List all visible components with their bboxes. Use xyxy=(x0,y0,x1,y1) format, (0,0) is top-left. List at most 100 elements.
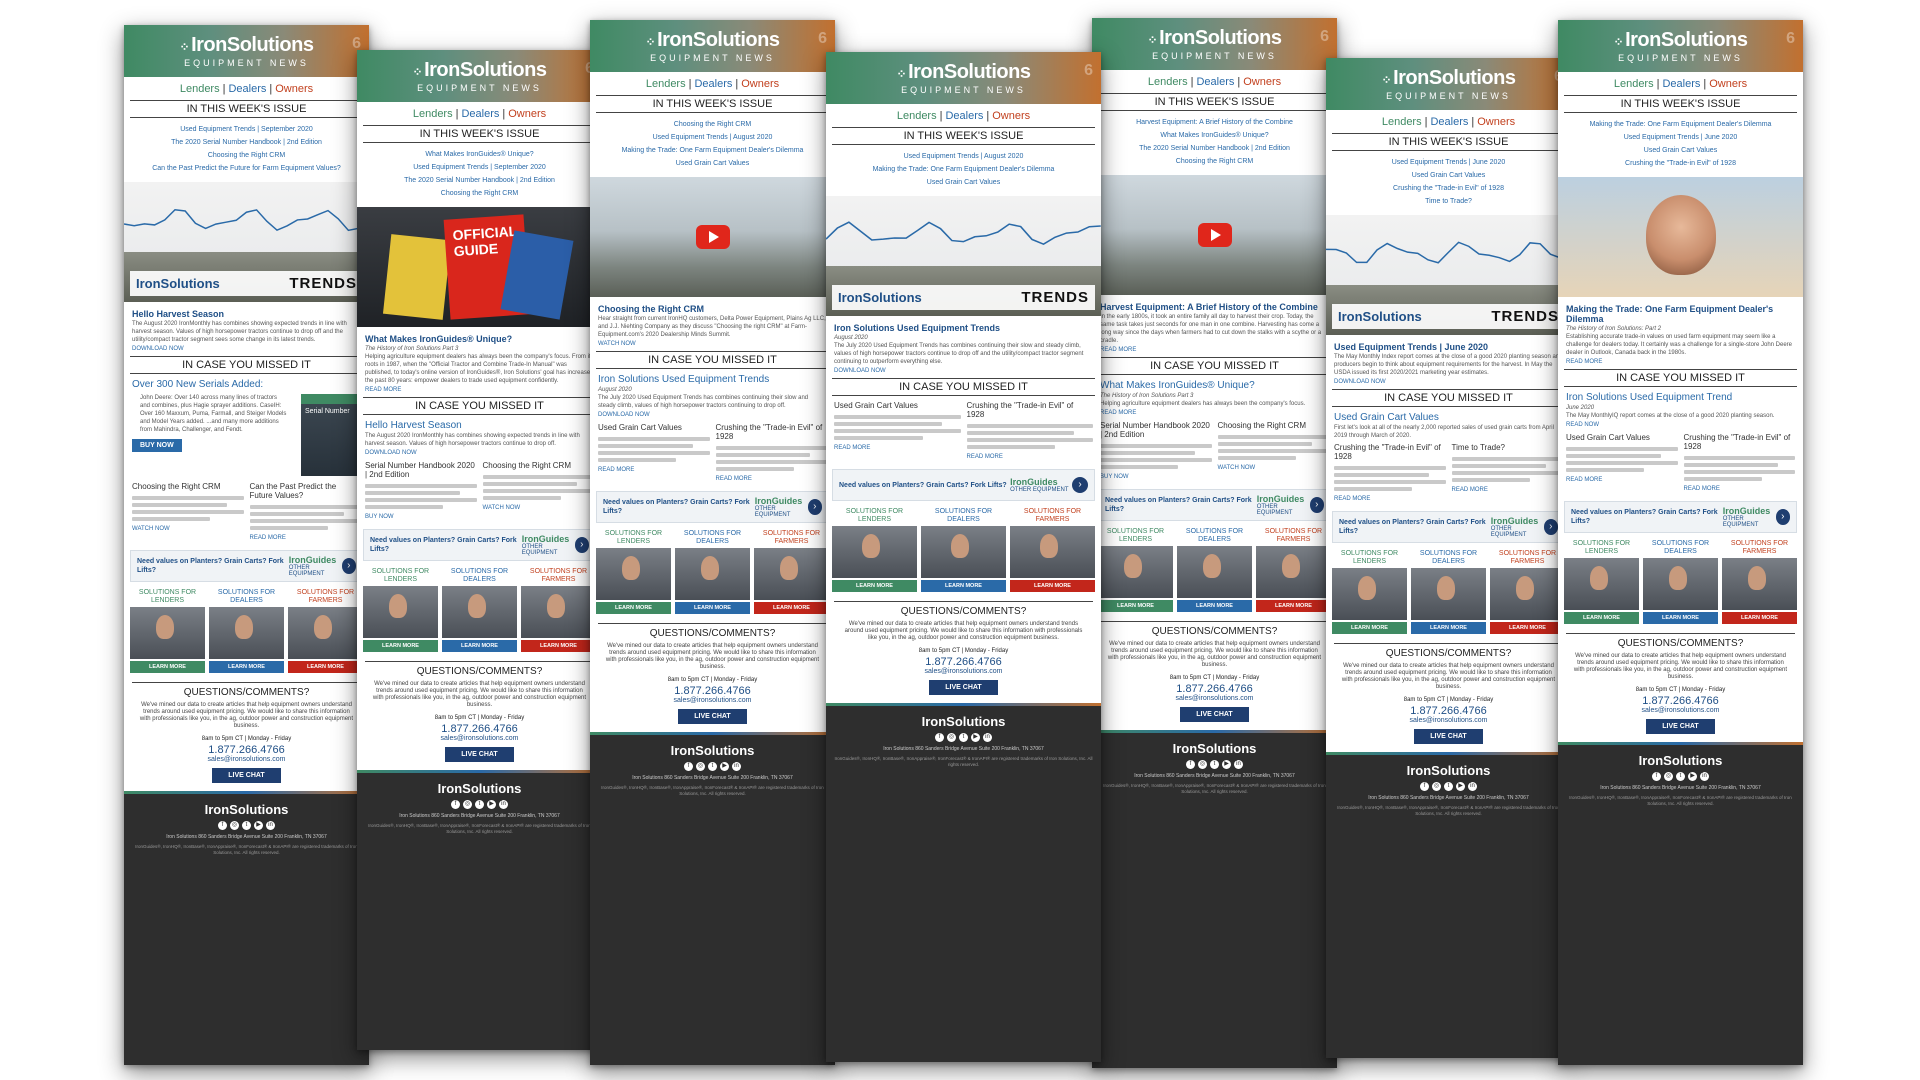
instagram-icon[interactable]: ◎ xyxy=(463,800,472,809)
article-title[interactable]: Choosing the Right CRM xyxy=(483,461,595,472)
youtube-icon[interactable]: ▶ xyxy=(254,821,263,830)
article-title[interactable]: Serial Number Handbook 2020 | 2nd Editio… xyxy=(365,461,477,481)
ironguides-banner[interactable]: Need values on Planters? Grain Carts? Fo… xyxy=(363,529,596,561)
article-link[interactable]: READ MORE xyxy=(1566,475,1678,485)
contact-email[interactable]: sales@ironsolutions.com xyxy=(1100,695,1329,702)
toc-item[interactable]: Choosing the Right CRM xyxy=(1100,155,1329,168)
missed-title[interactable]: Iron Solutions Used Equipment Trends xyxy=(590,371,835,386)
twitter-icon[interactable]: t xyxy=(1210,760,1219,769)
audience-link-dealers[interactable]: Dealers xyxy=(461,108,499,120)
audience-link-dealers[interactable]: Dealers xyxy=(1662,78,1700,90)
audience-link-owners[interactable]: Owners xyxy=(1243,76,1281,88)
toc-item[interactable]: The 2020 Serial Number Handbook | 2nd Ed… xyxy=(1100,142,1329,155)
live-chat-button[interactable]: LIVE CHAT xyxy=(1180,707,1249,722)
missed-link[interactable]: READ NOW xyxy=(1558,420,1803,430)
instagram-icon[interactable]: ◎ xyxy=(696,762,705,771)
footer-logo[interactable]: IronSolutions xyxy=(596,743,829,758)
toc-item[interactable]: Crushing the "Trade-in Evil" of 1928 xyxy=(1334,182,1563,195)
learn-more-button[interactable]: LEARN MORE xyxy=(1643,612,1718,624)
twitter-icon[interactable]: t xyxy=(1444,782,1453,791)
instagram-icon[interactable]: ◎ xyxy=(947,733,956,742)
instagram-icon[interactable]: ◎ xyxy=(1198,760,1207,769)
twitter-icon[interactable]: t xyxy=(475,800,484,809)
contact-email[interactable]: sales@ironsolutions.com xyxy=(365,735,594,742)
learn-more-button[interactable]: LEARN MORE xyxy=(675,602,750,614)
linkedin-icon[interactable]: in xyxy=(1700,772,1709,781)
hero-image[interactable] xyxy=(1558,177,1803,297)
audience-link-owners[interactable]: Owners xyxy=(275,83,313,95)
live-chat-button[interactable]: LIVE CHAT xyxy=(1646,719,1715,734)
toc-item[interactable]: Used Equipment Trends | September 2020 xyxy=(365,161,594,174)
linkedin-icon[interactable]: in xyxy=(499,800,508,809)
missed-link[interactable]: READ MORE xyxy=(1092,408,1337,418)
audience-link-lenders[interactable]: Lenders xyxy=(1148,76,1188,88)
article-title[interactable]: Crushing the "Trade-in Evil" of 1928 xyxy=(1334,443,1446,463)
hero-image[interactable]: OFFICIAL GUIDE xyxy=(357,207,602,327)
article-link[interactable]: READ MORE xyxy=(834,443,961,453)
audience-link-owners[interactable]: Owners xyxy=(1477,116,1515,128)
buy-now-button[interactable]: BUY NOW xyxy=(132,439,182,452)
contact-phone[interactable]: 1.877.266.4766 xyxy=(834,656,1093,668)
learn-more-button[interactable]: LEARN MORE xyxy=(209,661,284,673)
learn-more-button[interactable]: LEARN MORE xyxy=(363,640,438,652)
footer-logo[interactable]: IronSolutions xyxy=(1098,741,1331,756)
learn-more-button[interactable]: LEARN MORE xyxy=(130,661,205,673)
footer-logo[interactable]: IronSolutions xyxy=(130,802,363,817)
brand-logo[interactable]: ⁘ IronSolutions xyxy=(646,29,780,52)
twitter-icon[interactable]: t xyxy=(242,821,251,830)
linkedin-icon[interactable]: in xyxy=(732,762,741,771)
contact-email[interactable]: sales@ironsolutions.com xyxy=(834,668,1093,675)
audience-link-lenders[interactable]: Lenders xyxy=(646,78,686,90)
story-link[interactable]: READ MORE xyxy=(1558,357,1803,367)
story-title[interactable]: Used Equipment Trends | June 2020 xyxy=(1326,339,1571,353)
learn-more-button[interactable]: LEARN MORE xyxy=(1256,600,1331,612)
facebook-icon[interactable]: f xyxy=(1420,782,1429,791)
brand-logo[interactable]: ⁘ IronSolutions xyxy=(180,34,314,57)
facebook-icon[interactable]: f xyxy=(451,800,460,809)
chevron-right-icon[interactable]: › xyxy=(1775,509,1790,525)
toc-item[interactable]: Used Grain Cart Values xyxy=(1334,169,1563,182)
ironguides-banner[interactable]: Need values on Planters? Grain Carts? Fo… xyxy=(596,491,829,523)
audience-link-dealers[interactable]: Dealers xyxy=(228,83,266,95)
toc-item[interactable]: Used Grain Cart Values xyxy=(834,176,1093,189)
brand-logo[interactable]: ⁘ IronSolutions xyxy=(1614,29,1748,52)
toc-item[interactable]: Used Grain Cart Values xyxy=(598,157,827,170)
article-title[interactable]: Used Grain Cart Values xyxy=(834,401,961,412)
story-link[interactable]: READ MORE xyxy=(357,385,602,395)
chevron-right-icon[interactable]: › xyxy=(1072,477,1088,493)
article-title[interactable]: Choosing the Right CRM xyxy=(132,482,244,493)
hero-image[interactable]: IronSolutions TRENDS xyxy=(1326,215,1571,335)
article-title[interactable]: Used Grain Cart Values xyxy=(598,423,710,434)
audience-link-owners[interactable]: Owners xyxy=(992,110,1030,122)
article-title[interactable]: Choosing the Right CRM xyxy=(1218,421,1330,432)
toc-item[interactable]: Used Grain Cart Values xyxy=(1566,144,1795,157)
ironguides-banner[interactable]: Need values on Planters? Grain Carts? Fo… xyxy=(130,550,363,582)
contact-email[interactable]: sales@ironsolutions.com xyxy=(1566,707,1795,714)
toc-item[interactable]: Making the Trade: One Farm Equipment Dea… xyxy=(834,163,1093,176)
audience-link-owners[interactable]: Owners xyxy=(508,108,546,120)
chevron-right-icon[interactable]: › xyxy=(807,499,822,515)
facebook-icon[interactable]: f xyxy=(935,733,944,742)
play-button-icon[interactable] xyxy=(695,225,730,249)
footer-logo[interactable]: IronSolutions xyxy=(363,781,596,796)
article-title[interactable]: Can the Past Predict the Future Values? xyxy=(250,482,362,502)
twitter-icon[interactable]: t xyxy=(708,762,717,771)
article-link[interactable]: BUY NOW xyxy=(365,512,477,522)
brand-logo[interactable]: ⁘ IronSolutions xyxy=(1148,27,1282,50)
chevron-right-icon[interactable]: › xyxy=(341,558,356,574)
learn-more-button[interactable]: LEARN MORE xyxy=(1411,622,1486,634)
audience-link-dealers[interactable]: Dealers xyxy=(1196,76,1234,88)
missed-title[interactable]: Iron Solutions Used Equipment Trend xyxy=(1558,389,1803,404)
toc-item[interactable]: Choosing the Right CRM xyxy=(365,187,594,200)
footer-logo[interactable]: IronSolutions xyxy=(832,714,1095,729)
youtube-icon[interactable]: ▶ xyxy=(971,733,980,742)
instagram-icon[interactable]: ◎ xyxy=(230,821,239,830)
toc-item[interactable]: Making the Trade: One Farm Equipment Dea… xyxy=(1566,118,1795,131)
footer-logo[interactable]: IronSolutions xyxy=(1564,753,1797,768)
article-title[interactable]: Crushing the "Trade-in Evil" of 1928 xyxy=(716,423,828,443)
hero-image[interactable] xyxy=(590,177,835,297)
article-title[interactable]: Time to Trade? xyxy=(1452,443,1564,454)
learn-more-button[interactable]: LEARN MORE xyxy=(596,602,671,614)
brand-logo[interactable]: ⁘ IronSolutions xyxy=(1382,67,1516,90)
story-title[interactable]: What Makes IronGuides® Unique? xyxy=(357,331,602,345)
